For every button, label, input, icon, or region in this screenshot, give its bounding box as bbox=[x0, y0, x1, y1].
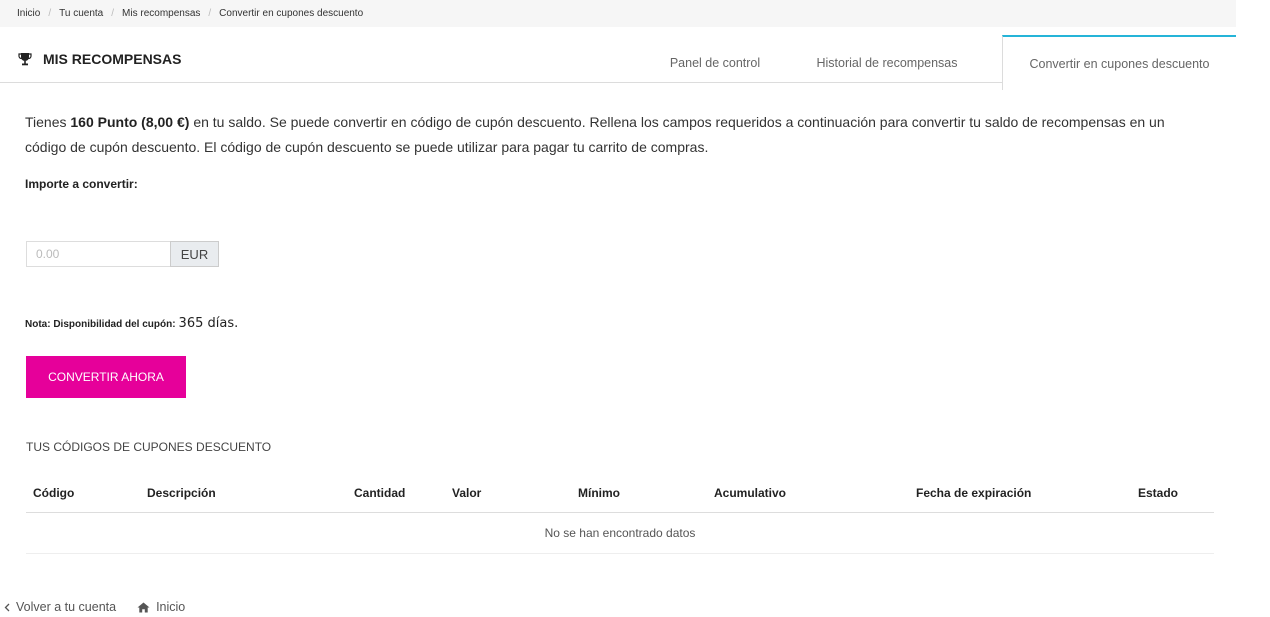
home-label: Inicio bbox=[156, 600, 186, 614]
note-label: Nota: Disponibilidad del cupón: bbox=[25, 319, 176, 330]
intro-prefix: Tienes bbox=[25, 114, 71, 130]
amount-input[interactable] bbox=[26, 241, 170, 267]
column-header-fecha-expiracion[interactable]: Fecha de expiración bbox=[916, 474, 1138, 513]
coupon-codes-table: Código Descripción Cantidad Valor Mínimo… bbox=[26, 474, 1214, 554]
tab-panel-de-control[interactable]: Panel de control bbox=[658, 35, 772, 83]
tab-bar: Panel de control Historial de recompensa… bbox=[658, 35, 1236, 90]
trophy-icon bbox=[18, 52, 32, 66]
column-header-codigo[interactable]: Código bbox=[26, 474, 147, 513]
currency-addon: EUR bbox=[170, 241, 219, 267]
column-header-acumulativo[interactable]: Acumulativo bbox=[714, 474, 916, 513]
breadcrumb-inicio[interactable]: Inicio bbox=[17, 8, 40, 19]
balance-description: Tienes 160 Punto (8,00 €) en tu saldo. S… bbox=[25, 110, 1185, 160]
breadcrumb-tu-cuenta[interactable]: Tu cuenta bbox=[59, 8, 103, 19]
column-header-minimo[interactable]: Mínimo bbox=[578, 474, 714, 513]
breadcrumb-separator: / bbox=[48, 8, 52, 19]
column-header-cantidad[interactable]: Cantidad bbox=[354, 474, 452, 513]
breadcrumb: Inicio / Tu cuenta / Mis recompensas / C… bbox=[0, 0, 1236, 27]
amount-label: Importe a convertir: bbox=[25, 177, 138, 191]
home-icon bbox=[137, 602, 150, 612]
column-header-descripcion[interactable]: Descripción bbox=[147, 474, 354, 513]
column-header-estado[interactable]: Estado bbox=[1138, 474, 1214, 513]
table-header-row: Código Descripción Cantidad Valor Mínimo… bbox=[26, 474, 1214, 513]
points-balance: 160 Punto (8,00 €) bbox=[70, 114, 190, 130]
empty-table-message: No se han encontrado datos bbox=[26, 512, 1214, 554]
home-link[interactable]: Inicio bbox=[137, 600, 185, 614]
chevron-left-icon bbox=[4, 603, 10, 611]
page-title: MIS RECOMPENSAS bbox=[18, 51, 181, 67]
breadcrumb-separator: / bbox=[111, 8, 115, 19]
back-to-account-link[interactable]: Volver a tu cuenta bbox=[4, 600, 116, 614]
amount-input-group: EUR bbox=[26, 241, 219, 267]
convert-now-button[interactable]: CONVERTIR AHORA bbox=[26, 356, 186, 398]
back-to-account-label: Volver a tu cuenta bbox=[16, 600, 117, 614]
tab-historial-de-recompensas[interactable]: Historial de recompensas bbox=[772, 35, 1002, 83]
coupon-availability-note: Nota: Disponibilidad del cupón: 365 días… bbox=[25, 316, 238, 331]
column-header-valor[interactable]: Valor bbox=[452, 474, 578, 513]
breadcrumb-mis-recompensas[interactable]: Mis recompensas bbox=[122, 8, 200, 19]
table-row: No se han encontrado datos bbox=[26, 512, 1214, 554]
breadcrumb-current: Convertir en cupones descuento bbox=[219, 8, 364, 19]
page-title-text: MIS RECOMPENSAS bbox=[43, 51, 182, 67]
intro-suffix: en tu saldo. Se puede convertir en códig… bbox=[25, 114, 1165, 155]
note-value: 365 días. bbox=[178, 316, 239, 331]
page-header: MIS RECOMPENSAS Panel de control Histori… bbox=[0, 27, 1236, 90]
footer-links: Volver a tu cuenta Inicio bbox=[4, 600, 185, 614]
breadcrumb-separator: / bbox=[208, 8, 212, 19]
codes-section-title: TUS CÓDIGOS DE CUPONES DESCUENTO bbox=[26, 440, 272, 454]
tab-convertir-en-cupones[interactable]: Convertir en cupones descuento bbox=[1002, 35, 1236, 90]
